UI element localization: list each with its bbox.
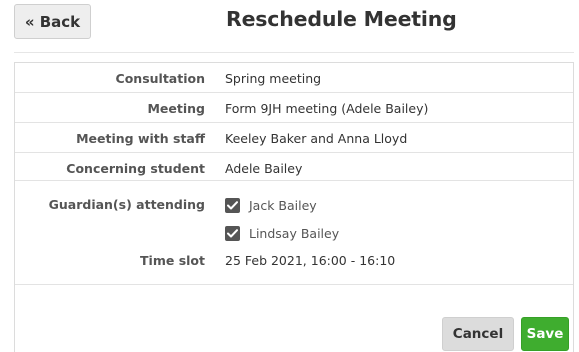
page-title: Reschedule Meeting [226, 7, 457, 31]
checkmark-icon [227, 228, 238, 237]
detail-row-meeting: Meeting Form 9JH meeting (Adele Bailey) [15, 93, 573, 123]
guardian-name: Jack Bailey [249, 197, 317, 213]
page-header: « Back Reschedule Meeting [0, 0, 579, 52]
detail-row-staff: Meeting with staff Keeley Baker and Anna… [15, 123, 573, 153]
guardian-checkbox[interactable] [225, 225, 240, 241]
row-divider [15, 180, 573, 181]
save-button[interactable]: Save [521, 317, 569, 351]
guardians-label: Guardian(s) attending [48, 197, 205, 212]
time-slot-label: Time slot [140, 253, 205, 268]
detail-label: Meeting [147, 100, 205, 116]
detail-label: Meeting with staff [76, 130, 205, 146]
time-slot-value: 25 Feb 2021, 16:00 - 16:10 [225, 253, 396, 268]
back-button[interactable]: « Back [14, 4, 91, 39]
detail-row-consultation: Consultation Spring meeting [15, 63, 573, 93]
section-divider [15, 284, 573, 285]
guardian-option[interactable]: Jack Bailey [225, 194, 317, 216]
cancel-button[interactable]: Cancel [442, 317, 514, 351]
meeting-details-panel: Consultation Spring meeting Meeting Form… [14, 62, 574, 352]
detail-value: Keeley Baker and Anna Lloyd [225, 130, 408, 146]
detail-value: Form 9JH meeting (Adele Bailey) [225, 100, 429, 116]
guardian-name: Lindsay Bailey [249, 225, 340, 241]
detail-label: Consultation [115, 70, 205, 86]
detail-row-student: Concerning student Adele Bailey [15, 153, 573, 183]
guardian-checkbox[interactable] [225, 197, 240, 213]
detail-label: Concerning student [66, 160, 205, 176]
checkmark-icon [227, 200, 238, 209]
header-divider [14, 52, 574, 53]
guardian-option[interactable]: Lindsay Bailey [225, 222, 339, 244]
detail-value: Spring meeting [225, 70, 322, 86]
detail-value: Adele Bailey [225, 160, 303, 176]
